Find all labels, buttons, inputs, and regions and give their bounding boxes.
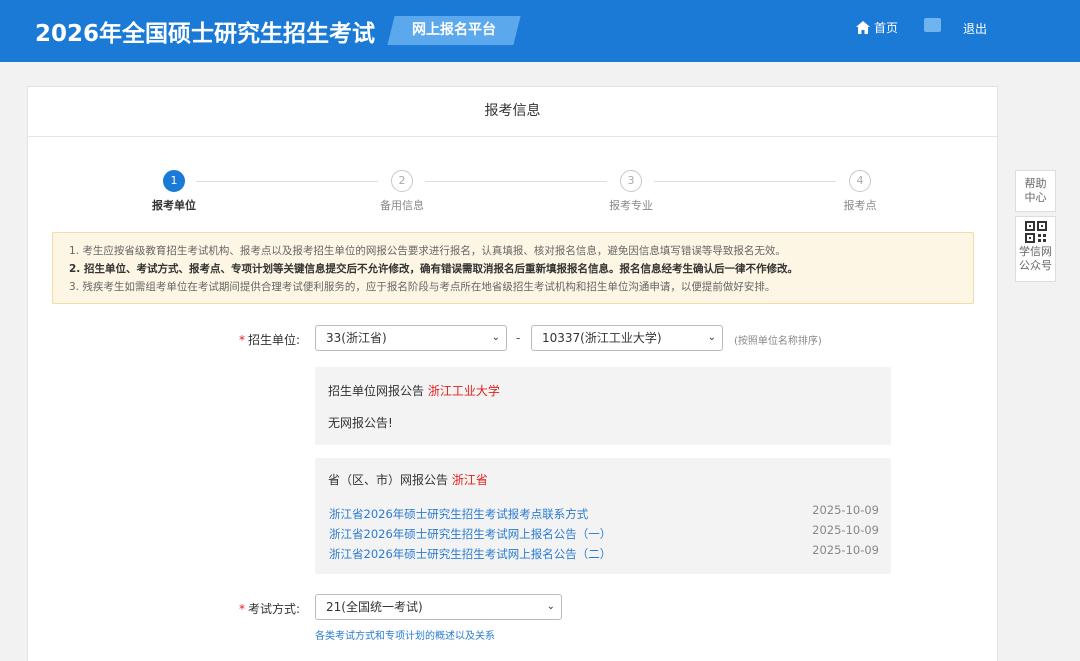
province-notice-box: 省（区、市）网报公告 浙江省 浙江省2026年硕士研究生招生考试报考点联系方式 …: [315, 458, 891, 574]
school-select[interactable]: 10337(浙江工业大学) ⌄: [531, 325, 723, 351]
step-number: 4: [849, 170, 871, 192]
panel-title: 报考信息: [28, 87, 997, 137]
step-number: 2: [391, 170, 413, 192]
school-select-value: 10337(浙江工业大学): [542, 331, 662, 345]
notice-link[interactable]: 浙江省2026年硕士研究生招生考试网上报名公告（一）: [329, 527, 611, 541]
step-number: 1: [163, 170, 185, 192]
wechat-label-1: 学信网: [1019, 245, 1052, 258]
chevron-down-icon: ⌄: [546, 601, 555, 612]
list-item: 浙江省2026年硕士研究生招生考试网上报名公告（一） 2025-10-09: [329, 523, 891, 541]
exam-method-info-link[interactable]: 各类考试方式和专项计划的概述以及关系: [315, 627, 495, 642]
chevron-down-icon: ⌄: [491, 332, 500, 343]
notice-line-2: 2. 招生单位、考试方式、报考点、专项计划等关键信息提交后不允许修改，确有错误需…: [69, 263, 798, 275]
home-link[interactable]: 首页: [856, 19, 898, 36]
notice-box: 1. 考生应按省级教育招生考试机构、报考点以及报考招生单位的网报公告要求进行报名…: [52, 232, 974, 304]
province-name: 浙江省: [451, 473, 488, 487]
notice-date: 2025-10-09: [812, 503, 879, 517]
exam-method-select[interactable]: 21(全国统一考试) ⌄: [315, 594, 562, 620]
top-header: 2026年全国硕士研究生招生考试 网上报名平台 首页 退出: [0, 0, 1080, 62]
flag-icon: [924, 18, 941, 32]
required-marker: *: [238, 333, 245, 347]
help-center-button[interactable]: 帮助 中心: [1015, 170, 1056, 212]
unit-notice-title: 招生单位网报公告 浙江工业大学: [328, 384, 500, 398]
exam-select-value: 21(全国统一考试): [326, 600, 423, 614]
step-label: 报考点: [843, 199, 877, 212]
logout-link[interactable]: 退出: [963, 20, 987, 37]
home-label: 首页: [874, 21, 899, 35]
exam-label: * 考试方式:: [238, 602, 300, 616]
step-indicator: 1 报考单位 2 备用信息 3 报考专业 4 报考点: [28, 170, 999, 213]
step-2: 2 备用信息: [342, 170, 462, 213]
notice-link[interactable]: 浙江省2026年硕士研究生招生考试网上报名公告（二）: [329, 547, 611, 561]
main-panel: 报考信息 1 报考单位 2 备用信息 3 报考专业 4 报考点 1. 考生应按省…: [27, 86, 998, 661]
sort-hint: (按照单位名称排序): [734, 336, 822, 347]
province-select[interactable]: 33(浙江省) ⌄: [315, 325, 507, 351]
required-marker: *: [238, 602, 245, 616]
step-1: 1 报考单位: [114, 170, 234, 213]
province-select-value: 33(浙江省): [326, 331, 387, 345]
unit-name: 浙江工业大学: [427, 384, 500, 398]
step-label: 报考单位: [152, 199, 196, 212]
qr-code-icon: [1024, 221, 1047, 243]
site-title: 2026年全国硕士研究生招生考试: [35, 21, 376, 47]
wechat-label-2: 公众号: [1019, 259, 1052, 272]
unit-notice-empty: 无网报公告!: [328, 416, 393, 430]
step-label: 报考专业: [609, 199, 653, 212]
step-3: 3 报考专业: [571, 170, 691, 213]
unit-notice-box: 招生单位网报公告 浙江工业大学 无网报公告!: [315, 367, 891, 445]
home-icon: [856, 21, 870, 34]
province-notice-title: 省（区、市）网报公告 浙江省: [328, 473, 488, 487]
chevron-down-icon: ⌄: [707, 332, 716, 343]
notice-date: 2025-10-09: [812, 523, 879, 537]
notice-link[interactable]: 浙江省2026年硕士研究生招生考试报考点联系方式: [329, 507, 588, 521]
step-number: 3: [620, 170, 642, 192]
step-4: 4 报考点: [800, 170, 920, 213]
step-label: 备用信息: [380, 199, 424, 212]
platform-label: 网上报名平台: [412, 22, 496, 38]
unit-label: * 招生单位:: [238, 333, 300, 347]
select-separator: -: [516, 331, 521, 345]
notice-date: 2025-10-09: [812, 543, 879, 557]
help-label-1: 帮助: [1024, 177, 1047, 190]
wechat-qr-button[interactable]: 学信网 公众号: [1015, 216, 1056, 282]
notice-line-1: 1. 考生应按省级教育招生考试机构、报考点以及报考招生单位的网报公告要求进行报名…: [69, 245, 786, 257]
list-item: 浙江省2026年硕士研究生招生考试报考点联系方式 2025-10-09: [329, 503, 891, 521]
platform-badge: 网上报名平台: [387, 16, 521, 45]
help-label-2: 中心: [1024, 191, 1047, 204]
list-item: 浙江省2026年硕士研究生招生考试网上报名公告（二） 2025-10-09: [329, 543, 891, 561]
notice-line-3: 3. 残疾考生如需组考单位在考试期间提供合理考试便利服务的，应于报名阶段与考点所…: [69, 281, 776, 293]
